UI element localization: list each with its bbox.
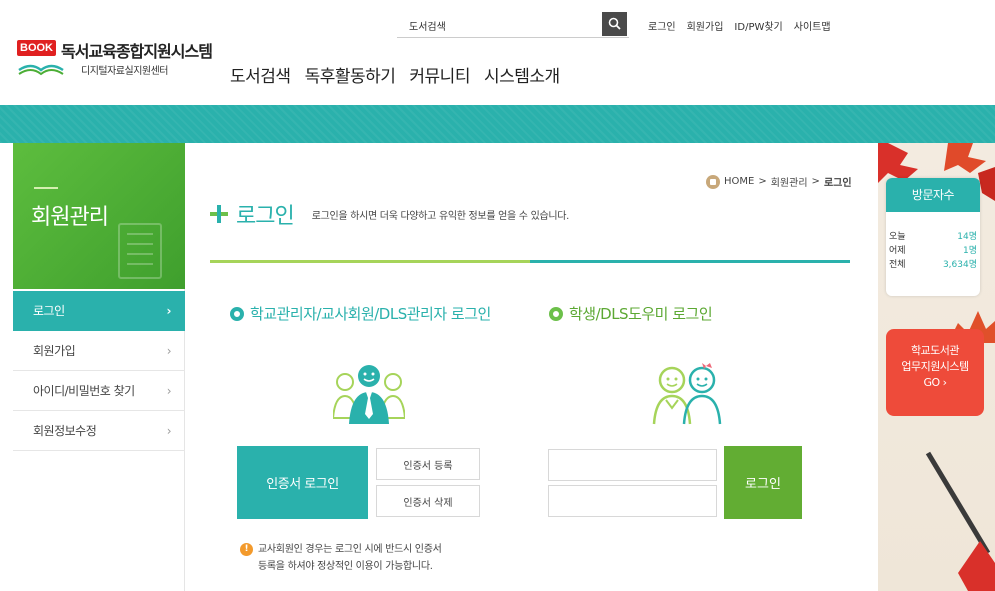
sidebar-item-login[interactable]: 로그인 › xyxy=(13,291,185,331)
utility-links: 로그인 회원가입 ID/PW찾기 사이트맵 xyxy=(648,18,831,33)
home-icon xyxy=(706,174,720,189)
chevron-right-icon: › xyxy=(166,384,172,398)
logo-title: 독서교육종합지원시스템 xyxy=(61,42,213,61)
chevron-right-icon: › xyxy=(166,304,172,318)
student-login-title: 학생/DLS도우미 로그인 xyxy=(549,303,713,324)
sidebar-header: 회원관리 xyxy=(13,143,185,289)
logo-subtitle: 디지털자료실지원센터 xyxy=(81,66,169,77)
student-id-input[interactable] xyxy=(548,449,717,481)
breadcrumb-separator: > xyxy=(811,176,820,187)
chevron-right-icon: › xyxy=(166,424,172,438)
cert-register-button[interactable]: 인증서 등록 xyxy=(376,448,480,480)
page-title: 로그인 xyxy=(236,204,295,229)
search-bar xyxy=(397,12,629,38)
sidebar-item-label: 아이디/비밀번호 찾기 xyxy=(33,384,135,398)
sidebar: 회원관리 로그인 › 회원가입 › 아이디/비밀번호 찾기 › 회원정보수정 › xyxy=(13,143,185,591)
nav-community[interactable]: 커뮤니티 xyxy=(409,62,470,87)
sidebar-title: 회원관리 xyxy=(31,205,109,230)
page-title-row: 로그인 로그인을 하시면 더욱 다양하고 유익한 정보를 얻을 수 있습니다. xyxy=(210,198,569,230)
student-login-title-text: 학생/DLS도우미 로그인 xyxy=(569,305,713,323)
search-icon xyxy=(608,17,621,30)
search-input[interactable] xyxy=(397,14,597,36)
breadcrumb-level1[interactable]: 회원관리 xyxy=(771,174,808,189)
header-band xyxy=(0,105,995,143)
title-divider xyxy=(210,260,850,263)
sidebar-item-signup[interactable]: 회원가입 › xyxy=(13,331,185,371)
teacher-login-title-text: 학교관리자/교사회원/DLS관리자 로그인 xyxy=(250,305,491,323)
teacher-notice: ! 교사회원인 경우는 로그인 시에 반드시 인증서 등록을 하셔야 정상적인 … xyxy=(240,541,500,575)
cert-delete-button[interactable]: 인증서 삭제 xyxy=(376,485,480,517)
breadcrumb-separator: > xyxy=(758,176,767,187)
util-sitemap-link[interactable]: 사이트맵 xyxy=(794,18,831,33)
visitor-row-total: 전체 3,634명 xyxy=(889,260,977,270)
page-description: 로그인을 하시면 더욱 다양하고 유익한 정보를 얻을 수 있습니다. xyxy=(311,210,570,222)
nav-system-intro[interactable]: 시스템소개 xyxy=(484,62,560,87)
brush-icon xyxy=(925,451,995,591)
plus-icon xyxy=(210,205,228,223)
logo-book-icon xyxy=(18,64,64,76)
info-icon: ! xyxy=(240,543,253,556)
search-button[interactable] xyxy=(602,12,627,36)
teacher-group-icon xyxy=(333,365,405,424)
nav-book-search[interactable]: 도서검색 xyxy=(230,62,291,87)
bullet-circle-icon xyxy=(549,306,563,321)
util-login-link[interactable]: 로그인 xyxy=(648,18,676,33)
student-group-icon xyxy=(652,363,722,425)
logo-book-badge: BOOK xyxy=(17,40,56,56)
chevron-right-icon: › xyxy=(166,344,172,358)
breadcrumb-current: 로그인 xyxy=(823,178,852,189)
breadcrumb: HOME > 회원관리 > 로그인 xyxy=(706,174,852,189)
bullet-circle-icon xyxy=(230,306,244,321)
nav-reading-activities[interactable]: 독후활동하기 xyxy=(305,62,396,87)
site-header: BOOK 독서교육종합지원시스템 디지털자료실지원센터 로그인 회원가입 ID/… xyxy=(0,0,995,105)
banner-go: GO › xyxy=(923,376,947,389)
main-nav: 도서검색 독후활동하기 커뮤니티 시스템소개 xyxy=(230,62,560,87)
banner-line: 학교도서관 xyxy=(910,344,960,357)
sidebar-item-label: 로그인 xyxy=(33,304,65,318)
banner-line: 업무지원시스템 xyxy=(901,360,969,373)
sidebar-item-edit-profile[interactable]: 회원정보수정 › xyxy=(13,411,185,451)
document-icon xyxy=(118,223,162,279)
sidebar-menu: 로그인 › 회원가입 › 아이디/비밀번호 찾기 › 회원정보수정 › xyxy=(13,291,185,451)
visitor-row-yesterday: 어제 1명 xyxy=(889,246,977,256)
cert-login-button[interactable]: 인증서 로그인 xyxy=(237,446,368,519)
teacher-login-title: 학교관리자/교사회원/DLS관리자 로그인 xyxy=(230,303,491,324)
util-find-idpw-link[interactable]: ID/PW찾기 xyxy=(734,18,782,33)
sidebar-header-accent xyxy=(34,187,58,189)
student-password-input[interactable] xyxy=(548,485,717,517)
notice-line: 등록을 하셔야 정상적인 이용이 가능합니다. xyxy=(258,561,433,572)
sidebar-item-label: 회원정보수정 xyxy=(33,424,97,438)
sidebar-item-label: 회원가입 xyxy=(33,344,76,358)
visitor-count-box: 방문자수 오늘 14명 어제 1명 전체 3,634명 xyxy=(886,178,980,296)
notice-line: 교사회원인 경우는 로그인 시에 반드시 인증서 xyxy=(258,544,442,555)
site-logo[interactable]: BOOK 독서교육종합지원시스템 디지털자료실지원센터 xyxy=(15,38,213,98)
breadcrumb-home[interactable]: HOME xyxy=(724,176,754,187)
sidebar-item-find-idpw[interactable]: 아이디/비밀번호 찾기 › xyxy=(13,371,185,411)
visitor-count-title: 방문자수 xyxy=(886,178,980,212)
student-login-button[interactable]: 로그인 xyxy=(724,446,802,519)
visitor-row-today: 오늘 14명 xyxy=(889,232,977,242)
library-system-banner[interactable]: 학교도서관 업무지원시스템 GO › xyxy=(886,329,984,416)
util-signup-link[interactable]: 회원가입 xyxy=(687,18,724,33)
